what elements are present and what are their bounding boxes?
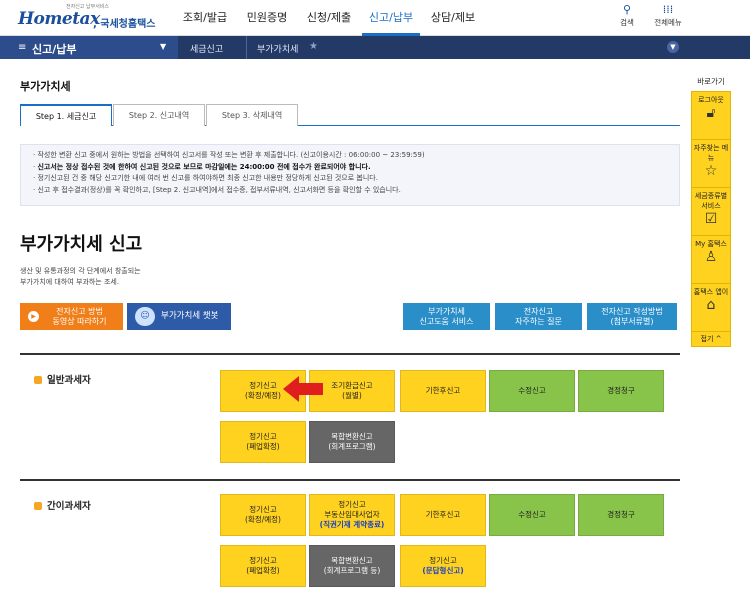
hometax-logo[interactable]: 전자신고 납부서비스 Hometax , 국세청홈택스 — [18, 3, 168, 33]
logo-brand: Hometax — [18, 9, 100, 29]
quick-links-box: 로그아웃 🔓︎ 자주찾는 메뉴 ☆ 세금종류별 서비스 ☑ My 홈택스 ♙ 홈… — [691, 91, 731, 347]
general-conversion-filing-tile[interactable]: 복합변환신고 (회계프로그램) — [309, 421, 395, 463]
search-button[interactable]: ⚲ 검색 — [612, 3, 642, 28]
button-label: 전자신고 작성방법 — [601, 307, 663, 316]
quick-link-label: 홈택스 앱이 — [693, 288, 729, 296]
grid-icon: ⁞⁞⁞ — [662, 3, 674, 16]
favorite-star-icon[interactable]: ★ — [309, 41, 318, 52]
step-tabs: Step 1. 세금신고 Step 2. 신고내역 Step 3. 삭제내역 — [20, 104, 680, 126]
home-icon: ⌂ — [706, 297, 716, 313]
section-menu-dropdown[interactable]: ≡ 신고/납부 ▼ — [0, 36, 178, 59]
breadcrumb-tax-filing[interactable]: 세금신고 — [190, 42, 223, 55]
chatbot-icon: ☺ — [135, 307, 155, 326]
nav-inquiry[interactable]: 조회/발급 — [176, 0, 234, 36]
tab-step2-history[interactable]: Step 2. 신고내역 — [113, 104, 205, 126]
desc-line: 생산 및 유통과정의 각 단계에서 창출되는 — [20, 267, 141, 275]
button-label: 신고도움 서비스 — [419, 317, 474, 326]
writing-guide-button[interactable]: 전자신고 작성방법 (첨부서류별) — [587, 303, 677, 330]
desc-line: 부가가치에 대하여 부과하는 조세. — [20, 278, 120, 286]
search-icon: ⚲ — [622, 3, 632, 16]
quick-link-tax-services[interactable]: 세금종류별 서비스 ☑ — [692, 188, 730, 236]
main-nav: 조회/발급 민원증명 신청/제출 신고/납부 상담/제보 — [176, 0, 486, 36]
hamburger-icon: ≡ — [18, 42, 27, 53]
star-icon: ☆ — [704, 163, 718, 179]
chatbot-label: 부가가치세 챗봇 — [161, 311, 219, 321]
notice-box: · 작성한 변환 신고 중에서 원하는 방법을 선택하여 신고서를 작성 또는 … — [20, 144, 680, 206]
vat-filing-heading: 부가가치세 신고 — [20, 234, 143, 255]
simple-rental-filing-tile[interactable]: 정기신고 부동산임대사업자 (직권기재 계약종료) — [309, 494, 395, 536]
breadcrumb-vat[interactable]: 부가가치세 — [257, 42, 298, 55]
section-divider — [20, 479, 680, 481]
page-title: 부가가치세 — [20, 80, 71, 93]
nav-consult[interactable]: 상담/제보 — [424, 0, 482, 36]
vat-description: 생산 및 유통과정의 각 단계에서 창출되는 부가가치에 대하여 부과하는 조세… — [20, 266, 141, 288]
quick-link-label: 자주찾는 메뉴 — [693, 144, 729, 162]
general-amended-filing-tile[interactable]: 수정신고 — [489, 370, 575, 412]
simple-late-filing-tile[interactable]: 기한후신고 — [400, 494, 486, 536]
quick-link-label: My 홈택스 — [695, 240, 727, 248]
search-label: 검색 — [620, 18, 634, 27]
dropdown-caret-icon: ▼ — [160, 42, 167, 51]
quick-link-hometax-app[interactable]: 홈택스 앱이 ⌂ — [692, 284, 730, 332]
nav-application[interactable]: 신청/제출 — [300, 0, 358, 36]
simple-regular-filing-tile[interactable]: 정기신고 (확정/예정) — [220, 494, 306, 536]
tab-step1-filing[interactable]: Step 1. 세금신고 — [20, 104, 112, 126]
play-icon: ▶ — [28, 311, 39, 322]
general-late-filing-tile[interactable]: 기한후신고 — [400, 370, 486, 412]
tab-step3-deleted[interactable]: Step 3. 삭제내역 — [206, 104, 298, 126]
red-arrow-icon — [283, 376, 323, 402]
simple-correction-claim-tile[interactable]: 경정청구 — [578, 494, 664, 536]
quick-links-title: 바로가기 — [697, 77, 725, 86]
quick-link-label: 로그아웃 — [698, 96, 724, 104]
button-label: 부가가치세 — [428, 307, 465, 316]
chevron-down-icon[interactable]: ▼ — [667, 41, 679, 53]
video-guide-label: 동영상 따라하기 — [52, 317, 107, 326]
nav-certificate[interactable]: 민원증명 — [238, 0, 296, 36]
simple-closure-filing-tile[interactable]: 정기신고 (폐업확정) — [220, 545, 306, 587]
sub-navigation-bar: ≡ 신고/납부 ▼ 세금신고 부가가치세 ★ ▼ — [0, 36, 750, 59]
lock-icon: 🔓︎ — [706, 105, 716, 121]
quick-link-label: 세금종류별 서비스 — [694, 192, 728, 210]
quick-link-my-hometax[interactable]: My 홈택스 ♙ — [692, 236, 730, 284]
rail-fold-button[interactable]: 접기 ^ — [692, 332, 730, 346]
simple-taxpayer-label: 간이과세자 — [34, 498, 91, 512]
simple-conversion-filing-tile[interactable]: 복합변환신고 (회계프로그램 등) — [309, 545, 395, 587]
general-closure-filing-tile[interactable]: 정기신고 (폐업확정) — [220, 421, 306, 463]
quick-link-logout[interactable]: 로그아웃 🔓︎ — [692, 92, 730, 140]
notice-line: · 정기신고된 건 중 해당 신고기한 내에 여러 번 신고를 하여야하면 최종… — [33, 174, 378, 182]
video-guide-button[interactable]: ▶ 전자신고 방법 동영상 따라하기 — [20, 303, 123, 330]
video-guide-label: 전자신고 방법 — [56, 307, 103, 316]
quick-link-favorites[interactable]: 자주찾는 메뉴 ☆ — [692, 140, 730, 188]
person-icon: ♙ — [704, 249, 718, 265]
all-menu-button[interactable]: ⁞⁞⁞ 전체메뉴 — [648, 3, 688, 28]
global-header: 전자신고 납부서비스 Hometax , 국세청홈택스 조회/발급 민원증명 신… — [0, 0, 750, 36]
section-divider — [20, 353, 680, 355]
section-title: 신고/납부 — [32, 43, 77, 56]
nav-tax-filing[interactable]: 신고/납부 — [362, 0, 420, 36]
logo-suffix: , 국세청홈택스 — [93, 19, 156, 30]
filing-help-service-button[interactable]: 부가가치세 신고도움 서비스 — [403, 303, 490, 330]
simple-qa-filing-tile[interactable]: 정기신고 (문답형신고) — [400, 545, 486, 587]
notice-line: · 신고서는 정상 접수된 것에 한하여 신고된 것으로 보므로 마감일에는 2… — [33, 162, 371, 171]
button-label: 전자신고 — [523, 307, 554, 316]
checkbox-icon: ☑ — [704, 211, 718, 227]
faq-button[interactable]: 전자신고 자주하는 질문 — [495, 303, 582, 330]
simple-amended-filing-tile[interactable]: 수정신고 — [489, 494, 575, 536]
notice-line: · 작성한 변환 신고 중에서 원하는 방법을 선택하여 신고서를 작성 또는 … — [33, 151, 425, 159]
notice-line: · 신고 후 접수결과(정상)를 꼭 확인하고, [Step 2. 신고내역]에… — [33, 185, 401, 194]
button-label: 자주하는 질문 — [515, 317, 562, 326]
breadcrumb-separator — [246, 36, 247, 59]
chatbot-button[interactable]: ☺ 부가가치세 챗봇 — [127, 303, 231, 330]
general-taxpayer-label: 일반과세자 — [34, 372, 91, 386]
bullet-icon — [34, 502, 42, 510]
button-label: (첨부서류별) — [610, 317, 654, 326]
bullet-icon — [34, 376, 42, 384]
general-correction-claim-tile[interactable]: 경정청구 — [578, 370, 664, 412]
all-menu-label: 전체메뉴 — [654, 18, 682, 27]
quick-links-rail: 바로가기 로그아웃 🔓︎ 자주찾는 메뉴 ☆ 세금종류별 서비스 ☑ My 홈택… — [691, 76, 731, 356]
